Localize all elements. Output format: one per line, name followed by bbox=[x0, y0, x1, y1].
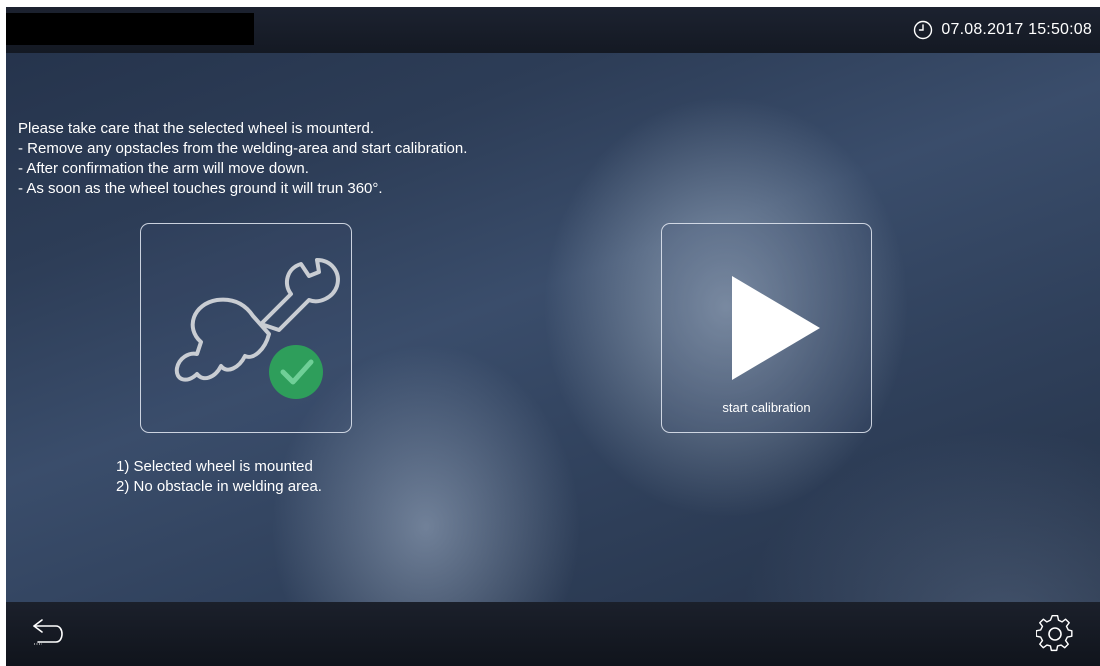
back-arrow-icon[interactable] bbox=[28, 614, 68, 654]
play-icon bbox=[732, 276, 820, 380]
checklist-item: 2) No obstacle in welding area. bbox=[116, 478, 322, 495]
instruction-line: Please take care that the selected wheel… bbox=[18, 120, 375, 137]
datetime-text: 07.08.2017 15:50:08 bbox=[941, 21, 1092, 38]
top-bar: 07.08.2017 15:50:08 bbox=[6, 7, 1100, 53]
datetime-display: 07.08.2017 15:50:08 bbox=[913, 19, 1092, 41]
start-calibration-button[interactable]: start calibration bbox=[661, 223, 872, 433]
start-calibration-label: start calibration bbox=[722, 400, 811, 415]
instruction-line: - Remove any opstacles from the welding-… bbox=[18, 140, 468, 157]
bottom-bar bbox=[6, 602, 1100, 666]
instruction-line: - As soon as the wheel touches ground it… bbox=[18, 180, 383, 197]
checklist-item: 1) Selected wheel is mounted bbox=[116, 458, 313, 475]
gear-icon[interactable] bbox=[1036, 615, 1074, 653]
logo-area bbox=[6, 13, 254, 45]
calibration-screen: 07.08.2017 15:50:08 Please take care tha… bbox=[6, 7, 1100, 666]
calibration-instructions: Please take care that the selected wheel… bbox=[18, 119, 467, 199]
prerequisite-checklist: 1) Selected wheel is mounted 2) No obsta… bbox=[116, 457, 322, 497]
instruction-line: - After confirmation the arm will move d… bbox=[18, 160, 309, 177]
clock-icon bbox=[914, 20, 933, 40]
wheel-status-tile bbox=[140, 223, 352, 433]
wheel-mounted-check-icon bbox=[174, 258, 340, 399]
